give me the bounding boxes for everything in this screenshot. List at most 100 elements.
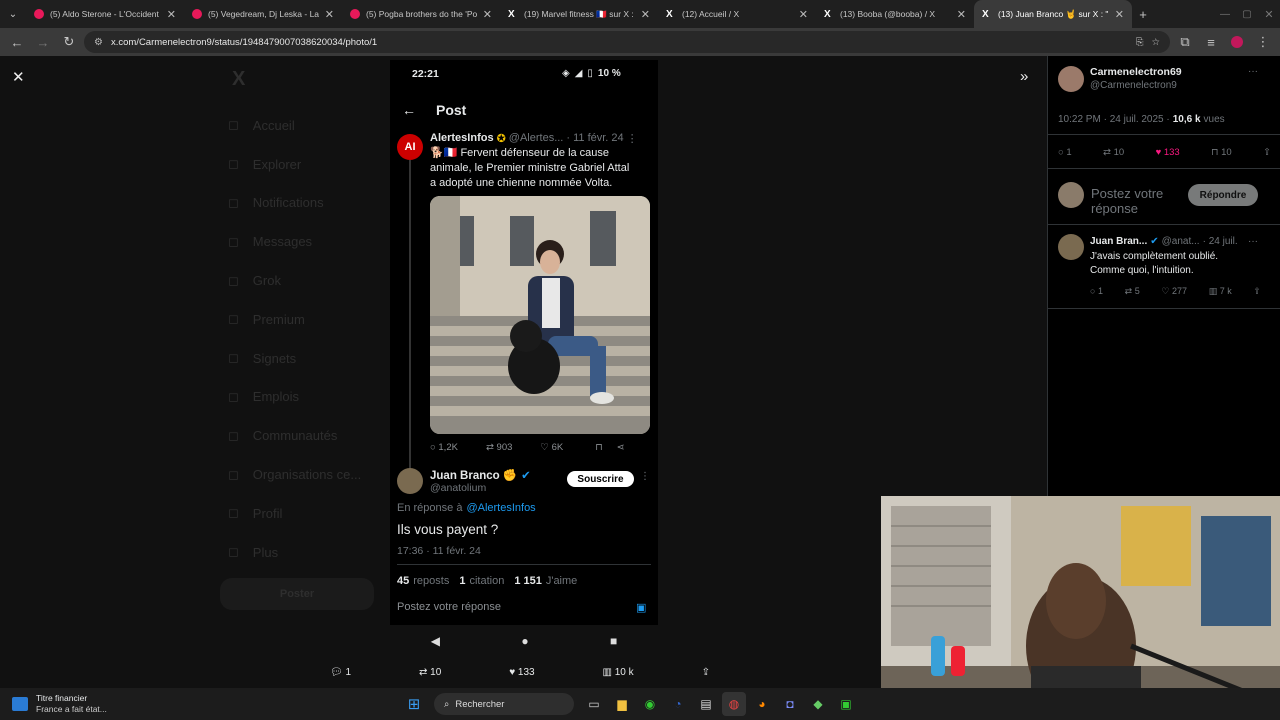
author-avatar[interactable] [1058, 66, 1084, 92]
tab-close-icon[interactable]: ✕ [167, 8, 176, 21]
post-like[interactable]: ♥ 133 [1156, 147, 1180, 158]
task-view-icon[interactable]: ▭ [582, 692, 606, 716]
maximize-icon[interactable]: ▢ [1236, 3, 1258, 25]
close-lightbox-icon[interactable]: ✕ [12, 68, 25, 86]
android-home-icon[interactable]: ● [521, 634, 528, 648]
quoted-more-icon[interactable]: ⋮ [627, 132, 638, 145]
reply-more-icon[interactable]: ··· [1248, 236, 1258, 247]
extensions-icon[interactable]: ⧉ [1174, 31, 1196, 53]
reply-repost[interactable]: ⇄ 5 [1125, 286, 1140, 297]
views-action[interactable]: ▥ 10 k [603, 667, 634, 678]
reply-like[interactable]: ♡ 277 [1161, 286, 1187, 297]
tab-1[interactable]: (5) Vegedream, Dj Leska - La Fu ✕ [184, 0, 342, 28]
tab-close-icon[interactable]: ✕ [1115, 8, 1124, 21]
post-more-icon[interactable]: ··· [1248, 66, 1258, 77]
reposts-label[interactable]: reposts [413, 575, 449, 587]
quoted-share-icon[interactable]: ⋖ [617, 442, 625, 453]
quoted-like[interactable]: ♡ 6K [540, 442, 563, 453]
back-icon[interactable]: ← [6, 31, 28, 53]
android-nav-bar: ◀ ● ■ [390, 625, 658, 656]
taskbar-search[interactable]: ⌕ Rechercher [434, 693, 574, 715]
post-repost[interactable]: ⇄ 10 [1103, 147, 1124, 158]
forward-icon[interactable]: → [32, 31, 54, 53]
obs-icon[interactable]: ▣ [834, 692, 858, 716]
tweet-photo[interactable] [430, 196, 650, 434]
bookmark-star-icon[interactable]: ☆ [1151, 37, 1160, 48]
ghost-sidebar: ◻ Accueil ◻ Explorer ◻ Notifications ◻ Messages… [228, 106, 361, 572]
like-action[interactable]: ♥ 133 [509, 667, 534, 678]
chrome-icon[interactable]: ◍ [722, 692, 746, 716]
tab-0[interactable]: (5) Aldo Sterone - L'Occident q ✕ [26, 0, 184, 28]
tab-3[interactable]: X (19) Marvel fitness 🇫🇷 sur X : "L ✕ [500, 0, 658, 28]
reply-header: Juan Bran... ✔ @anat... · 24 juil. [1090, 236, 1238, 247]
quoted-date: · 11 févr. 24 [566, 132, 624, 144]
xbox-icon[interactable]: ◉ [638, 692, 662, 716]
install-icon[interactable]: ⎘ [1136, 37, 1144, 48]
reply-icon: 💬︎ [330, 666, 343, 678]
post-bookmark[interactable]: ⊓ 10 [1211, 147, 1232, 158]
post-share-icon[interactable]: ⇪ [1263, 147, 1271, 158]
tab-2[interactable]: (5) Pogba brothers do the 'Pog ✕ [342, 0, 500, 28]
profile-avatar-icon[interactable] [1226, 31, 1248, 53]
close-window-icon[interactable]: ✕ [1258, 3, 1280, 25]
file-explorer-icon[interactable]: ▆ [610, 692, 634, 716]
reply-reply[interactable]: ○ 1 [1090, 286, 1103, 297]
firefox-icon[interactable]: ◕ [750, 692, 774, 716]
ghost-nav-item: ◻ Explorer [228, 145, 361, 184]
tab-5[interactable]: X (13) Booba (@booba) / X ✕ [816, 0, 974, 28]
share-icon[interactable]: ⇪ [702, 667, 710, 678]
expand-panel-icon[interactable]: » [1020, 68, 1028, 85]
discord-icon[interactable]: ◘ [778, 692, 802, 716]
reply-author[interactable]: Juan Bran... [1090, 236, 1147, 247]
repost-action[interactable]: ⇄ 10 [419, 667, 441, 678]
news-widget[interactable]: Titre financier France a fait état... [0, 693, 400, 715]
reply-views[interactable]: ▥ 7 k [1209, 286, 1232, 297]
main-more-icon[interactable]: ⋮ [640, 471, 650, 482]
new-tab-icon[interactable]: + [1132, 3, 1154, 25]
quotes-label[interactable]: citation [469, 575, 504, 587]
divider [1048, 168, 1280, 169]
reading-list-icon[interactable]: ≡ [1200, 31, 1222, 53]
address-bar[interactable]: ⚙ x.com/Carmenelectron9/status/194847900… [84, 31, 1170, 53]
ghost-nav-label: Explorer [252, 156, 302, 172]
webcam-illustration [881, 496, 1280, 720]
post-reply[interactable]: ○ 1 [1058, 147, 1072, 158]
windows-start-icon[interactable]: ⊞ [402, 692, 426, 716]
site-info-icon[interactable]: ⚙ [94, 37, 103, 48]
minimize-icon[interactable]: — [1214, 3, 1236, 25]
reply-button[interactable]: Répondre [1188, 184, 1258, 206]
tab-close-icon[interactable]: ✕ [483, 8, 492, 21]
reload-icon[interactable]: ↻ [58, 31, 80, 53]
quoted-reply[interactable]: ○ 1,2K [430, 442, 458, 453]
tab-search-icon[interactable]: ⌄ [0, 3, 26, 25]
tab-close-icon[interactable]: ✕ [957, 8, 966, 21]
quoted-text-line: a adopté une chienne nommée Volta. [430, 177, 613, 189]
tab-close-icon[interactable]: ✕ [641, 8, 650, 21]
verified-gold-icon: ✪ [496, 133, 506, 145]
quoted-repost[interactable]: ⇄ 903 [486, 442, 512, 453]
phone-back-icon[interactable]: ← [402, 102, 416, 118]
subscribe-button[interactable]: Souscrire [567, 471, 634, 487]
camera-icon[interactable]: ▣ [636, 601, 646, 614]
reply-to-handle[interactable]: @AlertesInfos [466, 502, 535, 514]
menu-icon[interactable]: ⋮ [1252, 31, 1274, 53]
reply-input[interactable]: Postez votre réponse [1091, 186, 1181, 216]
reply-avatar[interactable] [1058, 234, 1084, 260]
edge-icon[interactable]: ◔ [666, 692, 690, 716]
reply-share-icon[interactable]: ⇪ [1253, 286, 1261, 297]
tab-6[interactable]: X (13) Juan Branco 🤘 sur X : "Le ✕ [974, 0, 1132, 28]
android-back-icon[interactable]: ◀ [431, 634, 440, 648]
phone-reply-field[interactable]: Postez votre réponse [397, 601, 501, 613]
android-recents-icon[interactable]: ■ [610, 634, 617, 648]
app-icon[interactable]: ◆ [806, 692, 830, 716]
reply-action[interactable]: 💬︎ 1 [330, 667, 351, 678]
repost-icon: ⇄ [485, 442, 494, 453]
likes-label[interactable]: J'aime [546, 575, 577, 587]
tab-4[interactable]: X (12) Accueil / X ✕ [658, 0, 816, 28]
store-icon[interactable]: ▤ [694, 692, 718, 716]
divider [1048, 224, 1280, 225]
author-name[interactable]: Carmenelectron69 [1090, 66, 1182, 78]
tab-close-icon[interactable]: ✕ [799, 8, 808, 21]
quoted-bookmark-icon[interactable]: ⊓ [595, 442, 602, 453]
tab-close-icon[interactable]: ✕ [325, 8, 334, 21]
